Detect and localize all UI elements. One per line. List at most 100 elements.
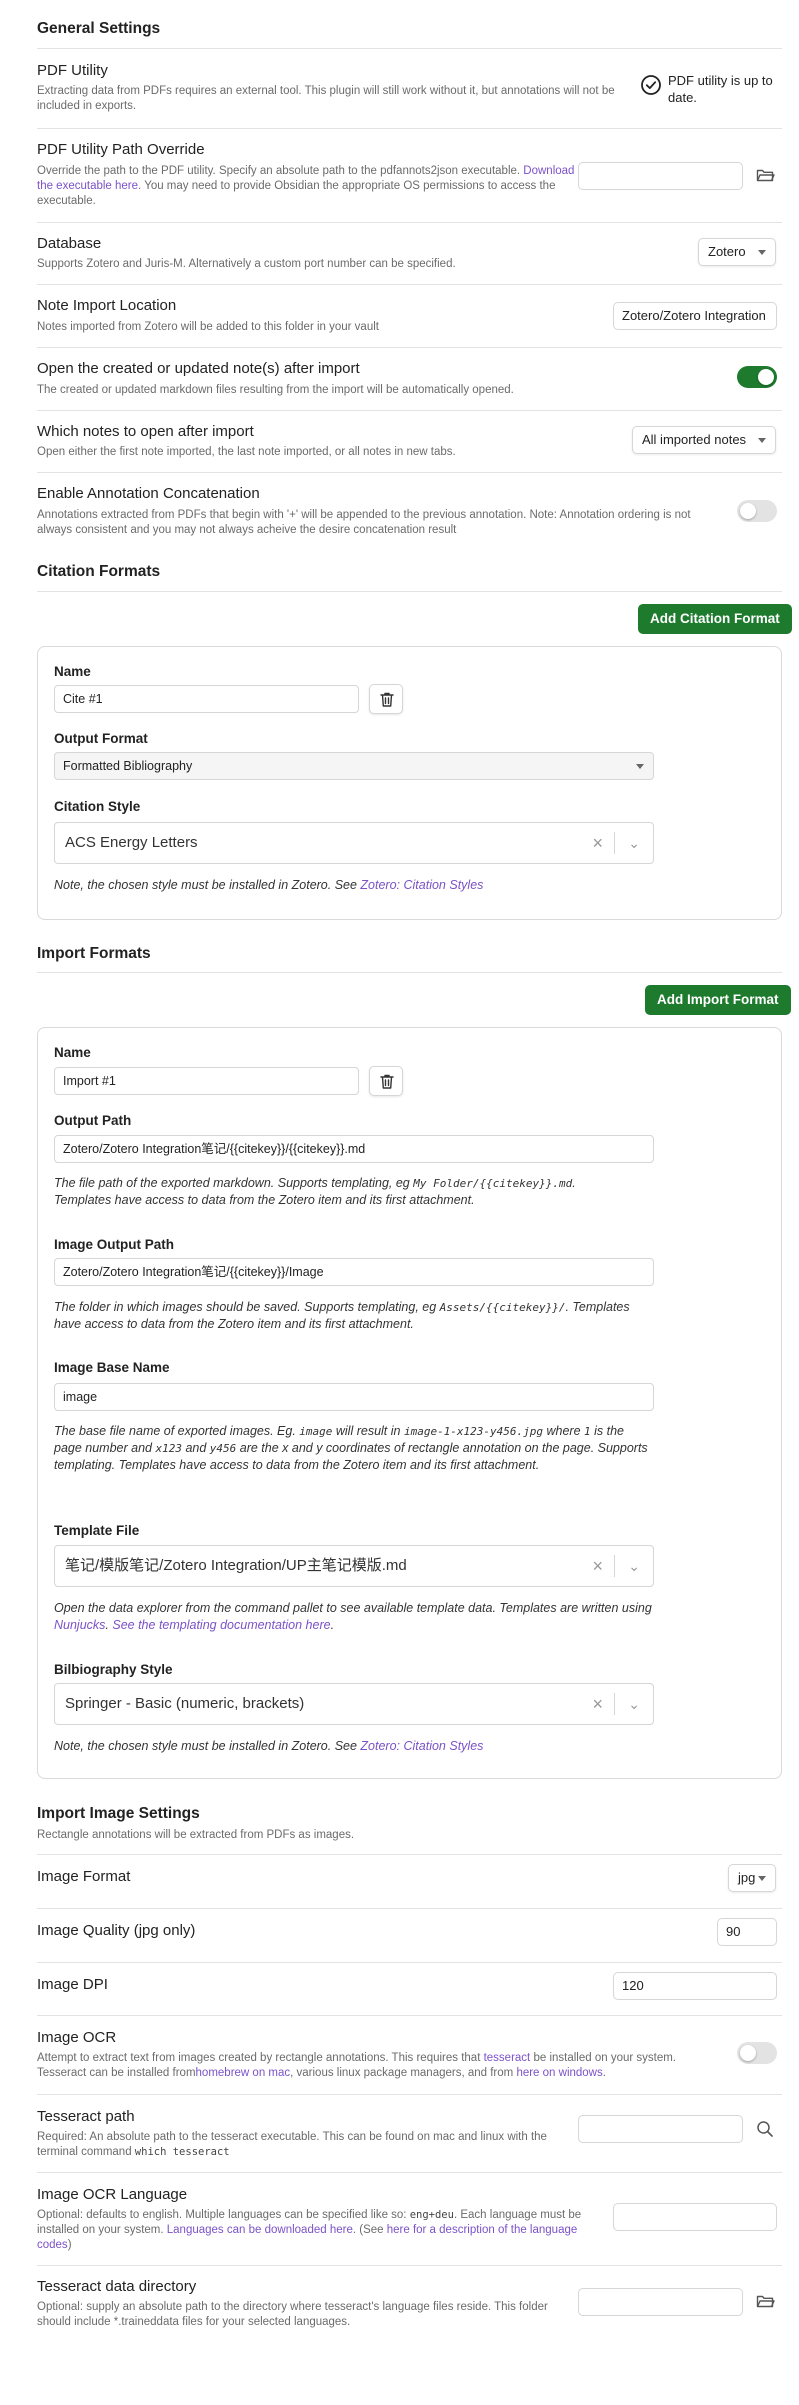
pdf-path-desc: Override the path to the PDF utility. Sp… <box>37 165 575 207</box>
divider <box>37 1962 782 1963</box>
toggle-knob <box>740 503 756 519</box>
homebrew-link[interactable]: homebrew on mac <box>196 2067 291 2079</box>
citation-name-label: Name <box>54 664 91 679</box>
note-location-desc: Notes imported from Zotero will be added… <box>37 321 379 333</box>
tesseract-link[interactable]: tesseract <box>484 2052 531 2064</box>
bib-style-note: Note, the chosen style must be installed… <box>54 1739 484 1753</box>
clear-icon[interactable]: × <box>592 1684 603 1724</box>
image-ocr-name: Image OCR <box>37 2029 117 2046</box>
languages-download-link[interactable]: Languages can be downloaded here <box>167 2224 353 2236</box>
which-notes-select[interactable]: All imported notes <box>632 426 776 454</box>
citation-style-label: Citation Style <box>54 799 141 814</box>
pdf-utility-name: PDF Utility <box>37 62 108 79</box>
template-combobox[interactable]: 笔记/模版笔记/Zotero Integration/UP主笔记模版.md × ⌄ <box>54 1545 654 1587</box>
base-name-input[interactable]: image <box>54 1383 654 1411</box>
import-formats-heading: Import Formats <box>37 945 151 962</box>
separator <box>614 832 615 854</box>
open-after-toggle[interactable] <box>737 366 777 388</box>
add-citation-format-button[interactable]: Add Citation Format <box>638 604 792 634</box>
image-format-select[interactable]: jpg <box>728 1864 776 1892</box>
nunjucks-link[interactable]: Nunjucks <box>54 1618 105 1632</box>
database-select[interactable]: Zotero <box>698 238 776 266</box>
add-import-format-button[interactable]: Add Import Format <box>645 985 791 1015</box>
chevron-down-icon[interactable]: ⌄ <box>628 823 640 863</box>
base-name-note: The base file name of exported images. E… <box>54 1424 648 1472</box>
open-after-desc: The created or updated markdown files re… <box>37 384 514 396</box>
search-icon[interactable] <box>755 2119 777 2141</box>
toggle-knob <box>758 369 774 385</box>
citation-name-input[interactable]: Cite #1 <box>54 685 359 713</box>
caret-down-icon <box>758 438 766 443</box>
pdf-utility-desc: Extracting data from PDFs requires an ex… <box>37 85 615 112</box>
tesseract-data-input[interactable] <box>578 2288 743 2316</box>
base-name-label: Image Base Name <box>54 1360 170 1375</box>
divider <box>37 1908 782 1909</box>
chevron-down-icon[interactable]: ⌄ <box>628 1546 640 1586</box>
divider <box>37 2172 782 2173</box>
zotero-citation-styles-link[interactable]: Zotero: Citation Styles <box>360 878 483 892</box>
divider <box>37 972 782 973</box>
divider <box>37 222 782 223</box>
citation-output-label: Output Format <box>54 731 148 746</box>
chevron-down-icon[interactable]: ⌄ <box>628 1684 640 1724</box>
clear-icon[interactable]: × <box>592 1546 603 1586</box>
ocr-language-input[interactable] <box>613 2203 777 2231</box>
trash-icon <box>380 1074 394 1089</box>
divider <box>37 1854 782 1855</box>
import-name-input[interactable]: Import #1 <box>54 1067 359 1095</box>
image-ocr-desc: Attempt to extract text from images crea… <box>37 2052 677 2079</box>
caret-down-icon <box>758 250 766 255</box>
settings-page: General Settings PDF Utility Extracting … <box>0 0 799 2405</box>
windows-link[interactable]: here on windows <box>516 2067 602 2079</box>
bib-style-combobox[interactable]: Springer - Basic (numeric, brackets) × ⌄ <box>54 1683 654 1725</box>
note-location-name: Note Import Location <box>37 297 177 314</box>
bib-style-label: Bilbiography Style <box>54 1662 173 1677</box>
image-quality-name: Image Quality (jpg only) <box>37 1922 196 1939</box>
pdf-path-input[interactable] <box>578 162 743 190</box>
separator <box>614 1555 615 1577</box>
output-path-note: The file path of the exported markdown. … <box>54 1176 576 1207</box>
which-notes-name: Which notes to open after import <box>37 423 254 440</box>
concat-desc: Annotations extracted from PDFs that beg… <box>37 509 691 536</box>
delete-import-button[interactable] <box>369 1066 403 1096</box>
check-circle-icon <box>640 74 662 96</box>
folder-icon[interactable] <box>755 165 777 187</box>
import-name-label: Name <box>54 1045 91 1060</box>
delete-citation-button[interactable] <box>369 684 403 714</box>
pdf-utility-status: PDF utility is up to date. <box>668 73 773 105</box>
concat-toggle[interactable] <box>737 500 777 522</box>
tesseract-path-input[interactable] <box>578 2115 743 2143</box>
image-quality-input[interactable]: 90 <box>717 1918 777 1946</box>
pdf-path-name: PDF Utility Path Override <box>37 141 205 158</box>
divider <box>37 347 782 348</box>
citation-style-combobox[interactable]: ACS Energy Letters × ⌄ <box>54 822 654 864</box>
image-output-label: Image Output Path <box>54 1237 175 1252</box>
divider <box>37 128 782 129</box>
divider <box>37 2015 782 2016</box>
general-settings-heading: General Settings <box>37 20 161 37</box>
output-path-input[interactable]: Zotero/Zotero Integration笔记/{{citekey}}/… <box>54 1135 654 1163</box>
image-output-note: The folder in which images should be sav… <box>54 1300 630 1331</box>
folder-icon[interactable] <box>755 2291 777 2313</box>
image-dpi-input[interactable]: 120 <box>613 1972 777 2000</box>
ocr-language-desc: Optional: defaults to english. Multiple … <box>37 2209 582 2251</box>
caret-down-icon <box>758 1876 766 1881</box>
templating-docs-link[interactable]: See the templating documentation here <box>112 1618 330 1632</box>
open-after-name: Open the created or updated note(s) afte… <box>37 360 360 377</box>
zotero-citation-styles-link[interactable]: Zotero: Citation Styles <box>360 1739 483 1753</box>
image-ocr-toggle[interactable] <box>737 2042 777 2064</box>
toggle-knob <box>740 2045 756 2061</box>
citation-output-select[interactable]: Formatted Bibliography <box>54 752 654 780</box>
tesseract-path-name: Tesseract path <box>37 2108 135 2125</box>
clear-icon[interactable]: × <box>592 823 603 863</box>
divider <box>37 472 782 473</box>
output-path-label: Output Path <box>54 1113 132 1128</box>
ocr-language-name: Image OCR Language <box>37 2186 188 2203</box>
note-location-input[interactable]: Zotero/Zotero Integration <box>613 302 777 330</box>
divider <box>37 284 782 285</box>
database-name: Database <box>37 235 102 252</box>
image-output-input[interactable]: Zotero/Zotero Integration笔记/{{citekey}}/… <box>54 1258 654 1286</box>
template-note: Open the data explorer from the command … <box>54 1601 652 1632</box>
database-desc: Supports Zotero and Juris-M. Alternative… <box>37 258 456 270</box>
tesseract-data-desc: Optional: supply an absolute path to the… <box>37 2301 548 2328</box>
